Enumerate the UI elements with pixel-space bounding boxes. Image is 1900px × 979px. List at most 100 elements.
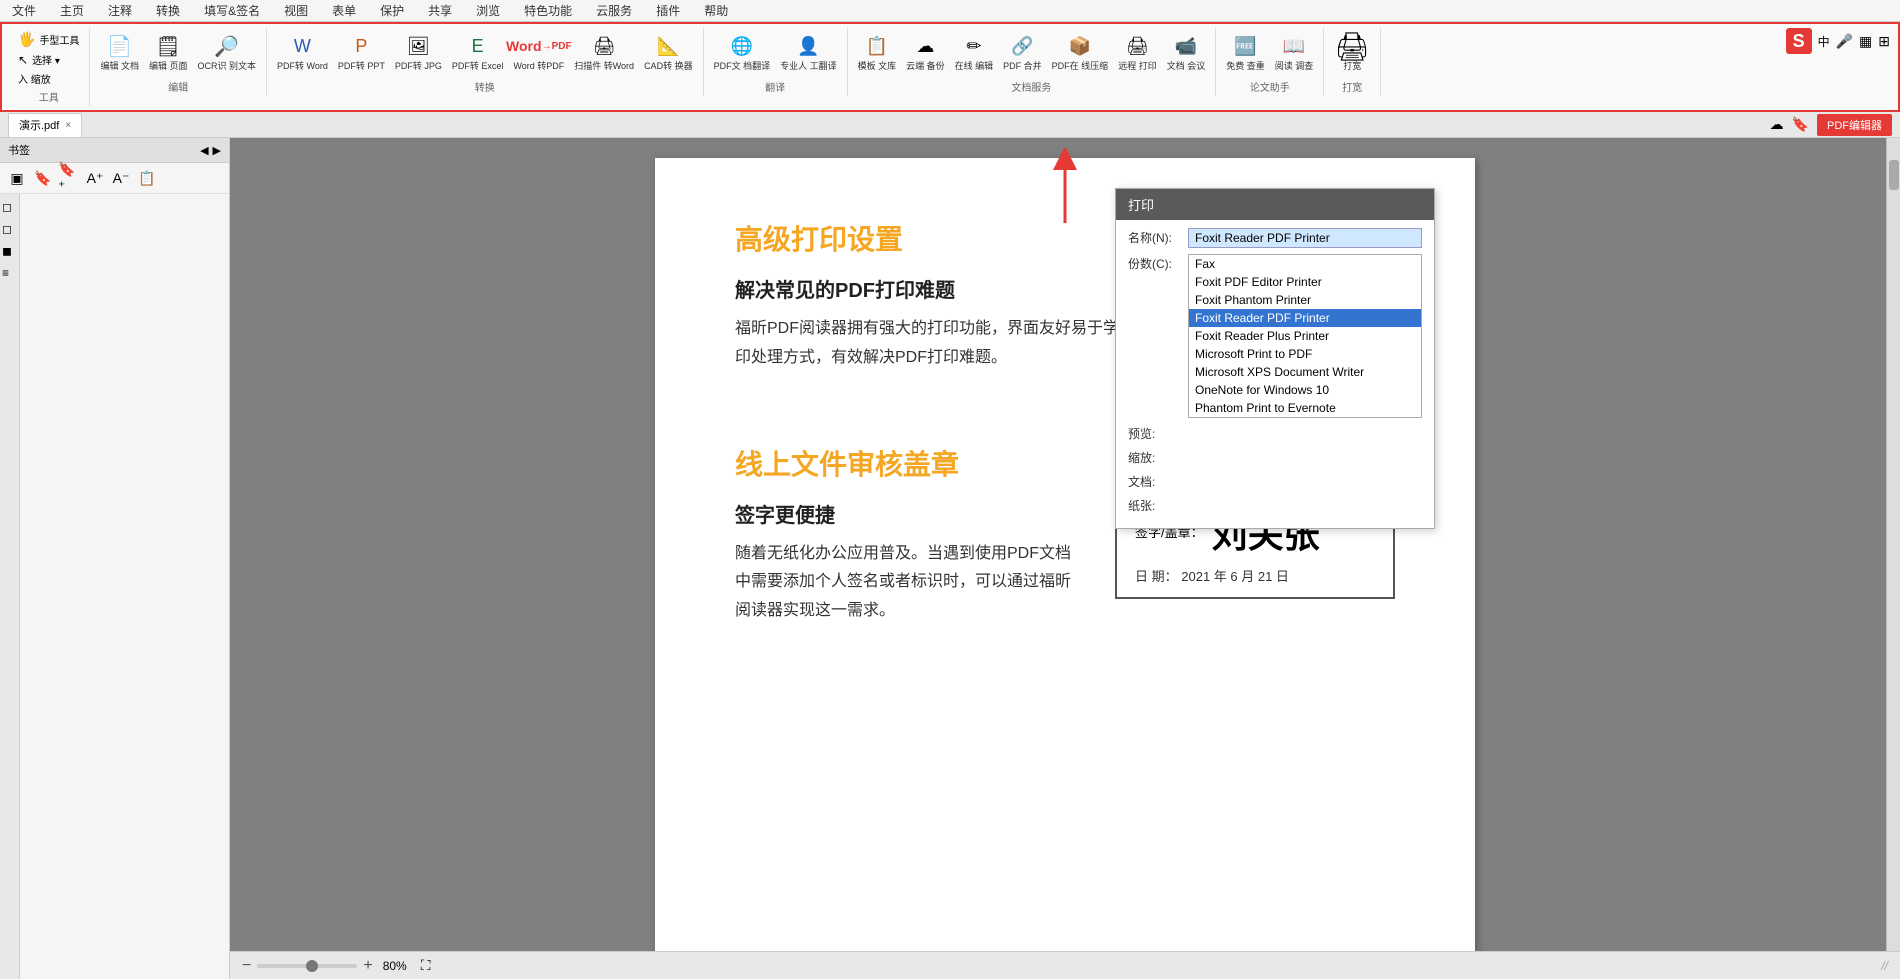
pdf-tab[interactable]: 演示.pdf × bbox=[8, 113, 82, 137]
section-2-text: 线上文件审核盖章 签字更便捷 随着无纸化办公应用普及。当遇到使用PDF文档中需要… bbox=[735, 443, 1075, 656]
sidebar-bookmark-add2-btn[interactable]: 🔖⁺ bbox=[58, 167, 80, 189]
edit-doc-btn[interactable]: 📄 编辑 文档 bbox=[96, 30, 143, 74]
edit-page-btn[interactable]: 🗒 编辑 页面 bbox=[145, 30, 192, 74]
convert-section: W PDF转 Word P PDF转 PPT 🖼 PDF转 JPG E PDF转… bbox=[267, 28, 704, 96]
cad-btn[interactable]: 📐 CAD转 换器 bbox=[640, 30, 697, 74]
strip-icon-2[interactable]: ◻ bbox=[2, 222, 17, 236]
sidebar-bookmark-add-btn[interactable]: 🔖 bbox=[32, 167, 54, 189]
sidebar-title: 书签 bbox=[8, 142, 30, 158]
pro-translate-btn[interactable]: 👤 专业人 工翻译 bbox=[776, 30, 841, 74]
strip-icon-4[interactable]: ≡ bbox=[2, 266, 17, 280]
pdf-editor-btn[interactable]: PDF编辑器 bbox=[1817, 114, 1892, 136]
template-btn[interactable]: 📋 模板 文库 bbox=[854, 30, 901, 74]
menu-share[interactable]: 共享 bbox=[424, 0, 456, 21]
sidebar-clipboard-btn[interactable]: 📋 bbox=[136, 167, 158, 189]
print-btn[interactable]: 🖨 打宽 bbox=[1330, 30, 1374, 74]
printer-onenote[interactable]: OneNote for Windows 10 bbox=[1189, 381, 1421, 399]
printer-foxit-editor[interactable]: Foxit PDF Editor Printer bbox=[1189, 273, 1421, 291]
sidebar-font-large-btn[interactable]: A⁺ bbox=[84, 167, 106, 189]
print-dialog-title: 打印 bbox=[1116, 189, 1434, 220]
printer-phantom-evernote[interactable]: Phantom Print to Evernote bbox=[1189, 399, 1421, 417]
strip-icon-3[interactable]: ◼ bbox=[2, 244, 17, 258]
zoom-slider-track[interactable] bbox=[257, 964, 357, 968]
menu-plugin[interactable]: 插件 bbox=[652, 0, 684, 21]
print-paper-label: 纸张: bbox=[1128, 496, 1188, 514]
zoom-thumb[interactable] bbox=[306, 960, 318, 972]
menu-file[interactable]: 文件 bbox=[8, 0, 40, 21]
hand-tool-btn[interactable]: 🖐 手型工具 bbox=[14, 30, 83, 49]
remote-print-btn[interactable]: 🖨 远程 打印 bbox=[1114, 30, 1161, 74]
menu-home[interactable]: 主页 bbox=[56, 0, 88, 21]
menu-annotate[interactable]: 注释 bbox=[104, 0, 136, 21]
bookmark-icon[interactable]: 🔖 bbox=[1792, 116, 1809, 133]
pdf-to-jpg-btn[interactable]: 🖼 PDF转 JPG bbox=[391, 30, 446, 74]
select-tool-btn[interactable]: ↖ 选择 ▾ bbox=[14, 51, 83, 68]
printer-ms-pdf[interactable]: Microsoft Print to PDF bbox=[1189, 345, 1421, 363]
print-paper-row: 纸张: bbox=[1128, 496, 1422, 514]
grid-icon[interactable]: ▦ bbox=[1859, 33, 1872, 50]
apps-icon[interactable]: ⊞ bbox=[1878, 33, 1890, 50]
zoom-percent: 80% bbox=[383, 959, 407, 973]
lang-btn[interactable]: 中 bbox=[1818, 33, 1830, 50]
cloud-icon[interactable]: ☁ bbox=[1770, 116, 1784, 133]
doc-service-label: 文档服务 bbox=[1011, 79, 1051, 94]
ocr-btn[interactable]: 🔎 OCR识 别文本 bbox=[193, 30, 260, 74]
print-doc-row: 文档: bbox=[1128, 472, 1422, 490]
scan-to-word-btn[interactable]: 🖨 扫描件 转Word bbox=[570, 30, 638, 74]
menu-browse[interactable]: 浏览 bbox=[472, 0, 504, 21]
sidebar-nav-next[interactable]: ▶ bbox=[213, 144, 221, 157]
paper-assistant-section: 🆓 免费 查重 📖 阅读 调查 论文助手 bbox=[1216, 28, 1324, 96]
sidebar-font-small-btn[interactable]: A⁻ bbox=[110, 167, 132, 189]
sidebar-nav-prev[interactable]: ◀ bbox=[200, 144, 208, 157]
read-survey-btn[interactable]: 📖 阅读 调查 bbox=[1271, 30, 1318, 74]
convert-label: 转换 bbox=[475, 79, 495, 94]
zoom-out-btn[interactable]: − bbox=[242, 957, 251, 975]
printer-foxit-phantom[interactable]: Foxit Phantom Printer bbox=[1189, 291, 1421, 309]
print-name-input[interactable]: Foxit Reader PDF Printer bbox=[1188, 228, 1422, 248]
menu-view[interactable]: 视图 bbox=[280, 0, 312, 21]
tab-bar: 演示.pdf × ☁ 🔖 PDF编辑器 bbox=[0, 112, 1900, 138]
strip-icon-1[interactable]: ◻ bbox=[2, 200, 17, 214]
menu-help[interactable]: 帮助 bbox=[700, 0, 732, 21]
menu-cloud[interactable]: 云服务 bbox=[592, 0, 636, 21]
red-arrow bbox=[1025, 148, 1105, 228]
menu-fill-sign[interactable]: 填写&签名 bbox=[200, 0, 264, 21]
merge-btn[interactable]: 🔗 PDF 合并 bbox=[999, 30, 1046, 74]
mic-icon[interactable]: 🎤 bbox=[1836, 33, 1853, 50]
pdf-to-ppt-btn[interactable]: P PDF转 PPT bbox=[334, 30, 389, 74]
pdf-viewer[interactable]: 高级打印设置 解决常见的PDF打印难题 福昕PDF阅读器拥有强大的打印功能，界面… bbox=[230, 138, 1900, 979]
right-scrollbar[interactable] bbox=[1886, 138, 1900, 951]
tools-label: 工具 bbox=[39, 89, 59, 104]
printer-fax[interactable]: Fax bbox=[1189, 255, 1421, 273]
printer-foxit-reader[interactable]: Foxit Reader PDF Printer bbox=[1189, 309, 1421, 327]
pdf-to-excel-btn[interactable]: E PDF转 Excel bbox=[448, 30, 508, 74]
edit-shrink-btn[interactable]: 入 缩放 bbox=[14, 70, 83, 87]
printer-ms-xps[interactable]: Microsoft XPS Document Writer bbox=[1189, 363, 1421, 381]
paper-assistant-label: 论文助手 bbox=[1250, 79, 1290, 94]
zoom-in-btn[interactable]: + bbox=[363, 957, 372, 975]
sidebar: 书签 ◀ ▶ ▣ 🔖 🔖⁺ A⁺ A⁻ 📋 ◻ ◻ ◼ ≡ bbox=[0, 138, 230, 979]
printer-foxit-plus[interactable]: Foxit Reader Plus Printer bbox=[1189, 327, 1421, 345]
expand-btn[interactable]: ⛶ bbox=[421, 957, 431, 974]
print-copies-label: 份数(C): bbox=[1128, 254, 1188, 272]
free-check-btn[interactable]: 🆓 免费 查重 bbox=[1222, 30, 1269, 74]
menu-special[interactable]: 特色功能 bbox=[520, 0, 576, 21]
menu-protect[interactable]: 保护 bbox=[376, 0, 408, 21]
doc-meeting-btn[interactable]: 📹 文档 会议 bbox=[1163, 30, 1210, 74]
scrollbar-thumb[interactable] bbox=[1889, 160, 1899, 190]
date-row: 日 期： 2021 年 6 月 21 日 bbox=[1135, 566, 1375, 585]
sidebar-select-btn[interactable]: ▣ bbox=[6, 167, 28, 189]
word-to-pdf-btn[interactable]: Word→PDF Word 转PDF bbox=[509, 30, 568, 74]
online-edit-btn[interactable]: ✏ 在线 编辑 bbox=[951, 30, 998, 74]
cloud-backup-btn[interactable]: ☁ 云端 备份 bbox=[902, 30, 949, 74]
print-zoom-row: 缩放: bbox=[1128, 448, 1422, 466]
pdf-to-word-btn[interactable]: W PDF转 Word bbox=[273, 30, 332, 74]
menu-convert[interactable]: 转换 bbox=[152, 0, 184, 21]
tab-filename: 演示.pdf bbox=[19, 117, 59, 133]
pdf-translate-btn[interactable]: 🌐 PDF文 档翻译 bbox=[710, 30, 775, 74]
tab-close-btn[interactable]: × bbox=[65, 120, 71, 131]
section-1: 高级打印设置 解决常见的PDF打印难题 福昕PDF阅读器拥有强大的打印功能，界面… bbox=[735, 218, 1395, 403]
menu-form[interactable]: 表单 bbox=[328, 0, 360, 21]
print-name-label: 名称(N): bbox=[1128, 228, 1188, 246]
compress-btn[interactable]: 📦 PDF在 线压缩 bbox=[1048, 30, 1113, 74]
